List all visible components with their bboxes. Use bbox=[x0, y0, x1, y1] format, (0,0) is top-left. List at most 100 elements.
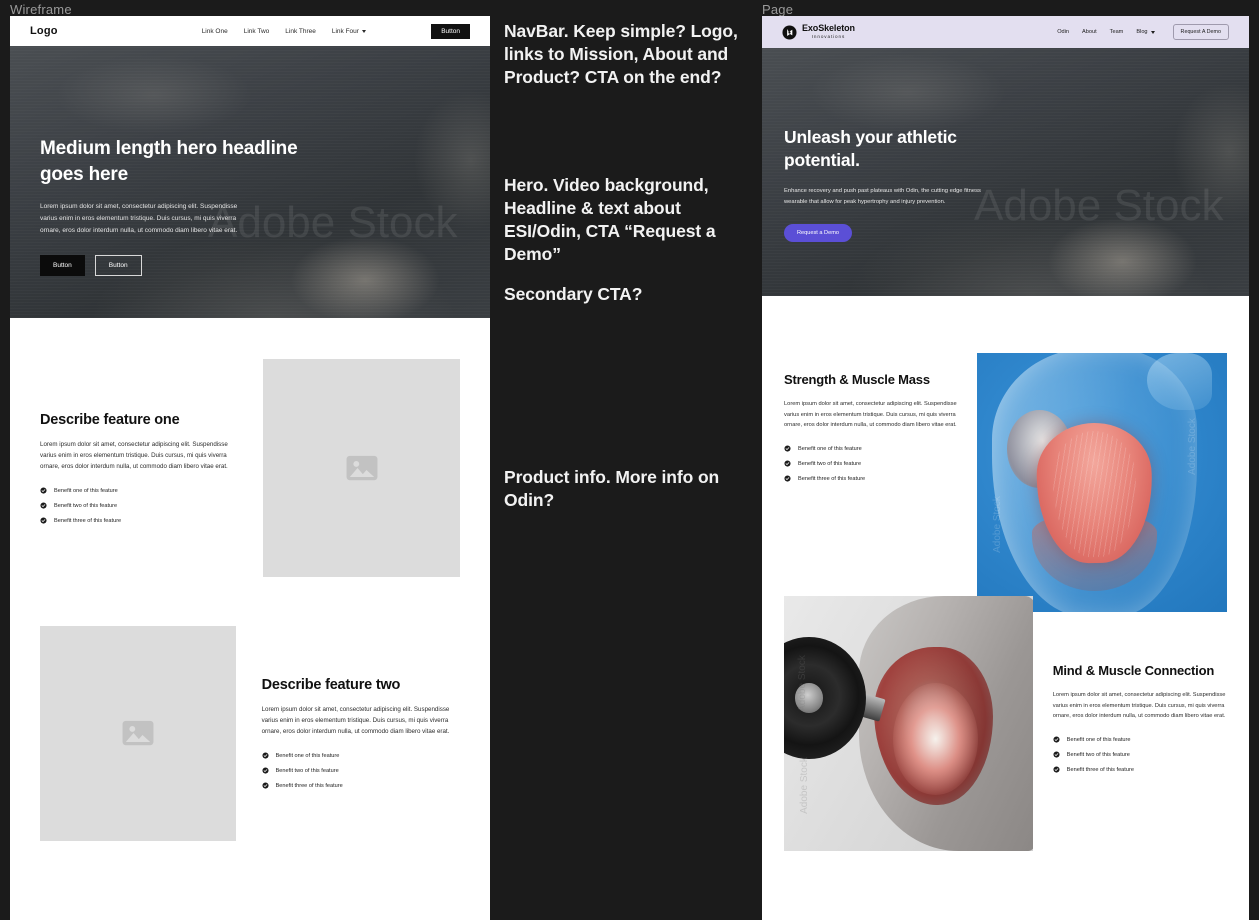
page-feature-two-paragraph: Lorem ipsum dolor sit amet, consectetur … bbox=[1052, 692, 1226, 719]
benefit-item: Benefit one of this feature bbox=[1053, 736, 1227, 743]
nav-link-four[interactable]: Link Four bbox=[332, 28, 366, 35]
page-hero: Adobe Stock Unleash your athletic potent… bbox=[762, 48, 1249, 296]
benefit-label: Benefit two of this feature bbox=[1066, 751, 1130, 758]
check-badge-icon bbox=[40, 517, 47, 524]
page-nav-link-blog-label: Blog bbox=[1136, 29, 1148, 35]
wireframe-hero-secondary-button[interactable]: Button bbox=[94, 255, 142, 277]
wireframe-logo[interactable]: Logo bbox=[30, 25, 58, 37]
wireframe-feature-two-image bbox=[40, 625, 236, 841]
wireframe-feature-one-benefits: Benefit one of this feature Benefit two … bbox=[40, 487, 237, 524]
exoskeleton-logo-icon bbox=[782, 24, 797, 40]
wireframe-hero-headline: Medium length hero headline goes here bbox=[40, 138, 298, 185]
wireframe-feature-two-benefits: Benefit one of this feature Benefit two … bbox=[262, 752, 460, 789]
wireframe-hero: Adobe Stock Medium length hero headline … bbox=[10, 46, 490, 318]
page-feature-one-benefits: Benefit one of this feature Benefit two … bbox=[784, 445, 957, 482]
page-nav-cta-button[interactable]: Request A Demo bbox=[1172, 24, 1229, 40]
check-badge-icon bbox=[40, 502, 47, 509]
frame-label-page[interactable]: Page bbox=[762, 2, 793, 17]
page-feature-two-image: Adobe Stock Adobe Stock bbox=[784, 596, 1033, 851]
wireframe-frame: Logo Link One Link Two Link Three Link F… bbox=[10, 16, 490, 920]
benefit-item: Benefit three of this feature bbox=[262, 782, 460, 789]
annotation-column: NavBar. Keep simple? Logo, links to Miss… bbox=[504, 14, 754, 512]
wireframe-feature-one-text: Describe feature one Lorem ipsum dolor s… bbox=[40, 412, 237, 524]
benefit-label: Benefit two of this feature bbox=[798, 460, 862, 467]
page-brand-text: ExoSkeleton Innovations bbox=[802, 24, 855, 39]
wireframe-feature-two: Describe feature two Lorem ipsum dolor s… bbox=[10, 588, 490, 878]
nav-link-two-label: Link Two bbox=[243, 27, 270, 35]
nav-link-three-label: Link Three bbox=[285, 27, 316, 35]
chevron-down-icon bbox=[1150, 30, 1155, 34]
benefit-item: Benefit three of this feature bbox=[784, 475, 957, 482]
page-feature-two-text: Mind & Muscle Connection Lorem ipsum dol… bbox=[1053, 596, 1227, 886]
annotation-product-info: Product info. More info on Odin? bbox=[504, 467, 720, 510]
check-badge-icon bbox=[1053, 766, 1060, 773]
benefit-label: Benefit two of this feature bbox=[54, 502, 118, 509]
benefit-item: Benefit one of this feature bbox=[40, 487, 237, 494]
benefit-item: Benefit one of this feature bbox=[784, 445, 957, 452]
benefit-label: Benefit one of this feature bbox=[275, 752, 340, 759]
page-brand[interactable]: ExoSkeleton Innovations bbox=[782, 24, 855, 40]
wireframe-hero-paragraph: Lorem ipsum dolor sit amet, consectetur … bbox=[40, 203, 238, 235]
wireframe-feature-one-image bbox=[263, 359, 460, 577]
highlighted-muscle-core bbox=[893, 682, 979, 795]
check-badge-icon bbox=[784, 475, 791, 482]
wireframe-feature-two-paragraph: Lorem ipsum dolor sit amet, consectetur … bbox=[261, 705, 450, 736]
check-badge-icon bbox=[262, 767, 269, 774]
wireframe-nav-button[interactable]: Button bbox=[431, 23, 470, 39]
dumbbell-plate-shape bbox=[784, 636, 867, 760]
page-hero-paragraph: Enhance recovery and push past plateaus … bbox=[784, 188, 981, 205]
check-badge-icon bbox=[262, 752, 269, 759]
check-badge-icon bbox=[40, 487, 47, 494]
check-badge-icon bbox=[262, 782, 269, 789]
page-feature-one-heading: Strength & Muscle Mass bbox=[784, 372, 930, 387]
nav-link-four-label: Link Four bbox=[331, 27, 359, 35]
page-feature-one-text: Strength & Muscle Mass Lorem ipsum dolor… bbox=[784, 353, 957, 596]
page-nav-link-odin[interactable]: Odin bbox=[1057, 29, 1069, 35]
frame-label-wireframe[interactable]: Wireframe bbox=[10, 2, 72, 17]
page-navbar: ExoSkeleton Innovations Odin About Team … bbox=[762, 16, 1249, 48]
page-feature-one-paragraph: Lorem ipsum dolor sit amet, consectetur … bbox=[784, 401, 957, 428]
benefit-label: Benefit one of this feature bbox=[54, 487, 118, 494]
wireframe-navbar: Logo Link One Link Two Link Three Link F… bbox=[10, 16, 490, 46]
annotation-hero: Hero. Video background, Headline & text … bbox=[504, 175, 716, 264]
page-feature-two: Adobe Stock Adobe Stock Mind & Muscle Co… bbox=[762, 596, 1249, 886]
check-badge-icon bbox=[784, 445, 791, 452]
benefit-label: Benefit three of this feature bbox=[54, 517, 122, 524]
page-nav-links: Odin About Team Blog Request A Demo bbox=[1057, 24, 1229, 40]
wireframe-body: Describe feature one Lorem ipsum dolor s… bbox=[10, 318, 490, 878]
image-placeholder-icon bbox=[122, 720, 154, 746]
page-nav-link-blog[interactable]: Blog bbox=[1136, 29, 1155, 35]
benefit-item: Benefit two of this feature bbox=[262, 767, 460, 774]
page-body: Strength & Muscle Mass Lorem ipsum dolor… bbox=[762, 296, 1249, 886]
page-feature-two-heading: Mind & Muscle Connection bbox=[1052, 663, 1215, 678]
page-hero-cta-button[interactable]: Request a Demo bbox=[784, 223, 852, 242]
wireframe-feature-one-paragraph: Lorem ipsum dolor sit amet, consectetur … bbox=[40, 440, 228, 471]
nav-link-one-label: Link One bbox=[201, 27, 228, 35]
benefit-item: Benefit three of this feature bbox=[1053, 766, 1227, 773]
benefit-item: Benefit three of this feature bbox=[40, 517, 237, 524]
page-nav-link-about[interactable]: About bbox=[1082, 29, 1097, 35]
page-feature-one: Strength & Muscle Mass Lorem ipsum dolor… bbox=[762, 296, 1249, 612]
page-feature-one-image: Adobe Stock Adobe Stock bbox=[977, 353, 1227, 612]
benefit-label: Benefit two of this feature bbox=[275, 767, 339, 774]
page-nav-link-odin-label: Odin bbox=[1057, 29, 1070, 35]
wireframe-hero-primary-button[interactable]: Button bbox=[40, 255, 85, 277]
page-hero-headline: Unleash your athletic potential. bbox=[784, 127, 957, 171]
chevron-down-icon bbox=[361, 29, 366, 33]
annotation-navbar: NavBar. Keep simple? Logo, links to Miss… bbox=[504, 21, 738, 87]
nav-link-one[interactable]: Link One bbox=[202, 28, 228, 35]
page-nav-link-team[interactable]: Team bbox=[1110, 29, 1124, 35]
benefit-label: Benefit three of this feature bbox=[1066, 766, 1134, 773]
wireframe-feature-one: Describe feature one Lorem ipsum dolor s… bbox=[10, 318, 490, 588]
annotation-secondary-cta: Secondary CTA? bbox=[504, 284, 643, 305]
check-badge-icon bbox=[1053, 736, 1060, 743]
page-brand-sub: Innovations bbox=[811, 33, 846, 39]
benefit-item: Benefit two of this feature bbox=[1053, 751, 1227, 758]
image-placeholder-icon bbox=[346, 455, 378, 481]
benefit-label: Benefit one of this feature bbox=[1066, 736, 1131, 743]
wireframe-nav-links: Link One Link Two Link Three Link Four bbox=[202, 28, 366, 35]
wireframe-feature-two-text: Describe feature two Lorem ipsum dolor s… bbox=[262, 677, 460, 789]
nav-link-two[interactable]: Link Two bbox=[244, 28, 270, 35]
page-nav-link-team-label: Team bbox=[1109, 29, 1124, 35]
nav-link-three[interactable]: Link Three bbox=[285, 28, 316, 35]
